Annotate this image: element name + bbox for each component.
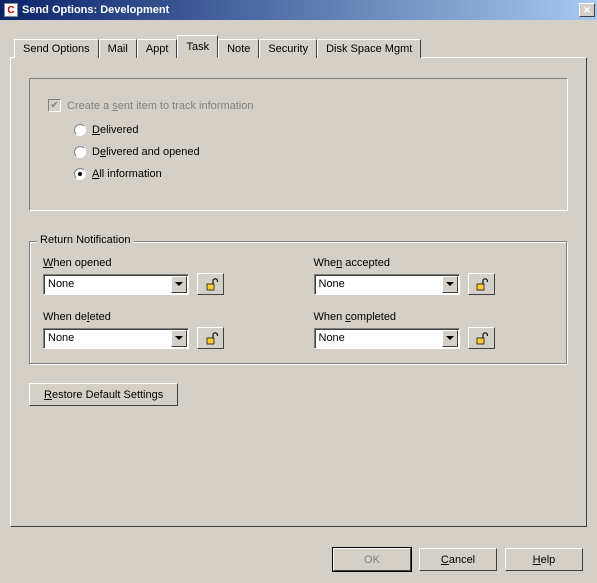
tab-task[interactable]: Task [177,35,218,58]
when-completed-dropdown[interactable]: None [314,328,460,349]
radio-delivered-opened-row[interactable]: Delivered and opened [74,146,549,158]
when-completed-label: When completed [314,311,555,323]
radio-delivered-opened-label: Delivered and opened [92,146,200,158]
create-sent-item-checkbox-row: ✔ Create a sent item to track informatio… [48,99,549,112]
unlock-icon [474,331,488,345]
app-icon: C [4,3,18,17]
field-when-completed: When completed None [314,311,555,349]
field-when-opened: When opened None [43,257,284,295]
create-sent-item-label: Create a sent item to track information [67,100,253,112]
tabbar: Send Options Mail Appt Task Note Securit… [14,34,587,57]
radio-all-info-label: All information [92,168,162,180]
radio-delivered-row[interactable]: Delivered [74,124,549,136]
chevron-down-icon[interactable] [171,276,187,293]
tab-mail[interactable]: Mail [99,39,137,58]
chevron-down-icon[interactable] [171,330,187,347]
radio-delivered[interactable] [74,124,86,136]
when-opened-dropdown[interactable]: None [43,274,189,295]
when-accepted-dropdown[interactable]: None [314,274,460,295]
field-when-deleted: When deleted None [43,311,284,349]
radio-delivered-opened[interactable] [74,146,86,158]
when-accepted-label: When accepted [314,257,555,269]
radio-all-info-row[interactable]: All information [74,168,549,180]
radio-delivered-label: Delivered [92,124,138,136]
tab-disk-space[interactable]: Disk Space Mgmt [317,39,421,58]
when-completed-lock-button[interactable] [468,327,495,349]
close-button[interactable]: ✕ [579,3,595,17]
titlebar: C Send Options: Development ✕ [0,0,597,20]
when-opened-lock-button[interactable] [197,273,224,295]
help-button[interactable]: Help [505,548,583,571]
radio-all-info[interactable] [74,168,86,180]
unlock-icon [204,331,218,345]
when-deleted-label: When deleted [43,311,284,323]
return-notification-legend: Return Notification [37,234,134,246]
ok-button[interactable]: OK [333,548,411,571]
dialog-footer: OK Cancel Help [333,548,583,571]
tab-send-options[interactable]: Send Options [14,39,99,58]
unlock-icon [474,277,488,291]
chevron-down-icon[interactable] [442,276,458,293]
unlock-icon [204,277,218,291]
when-deleted-dropdown[interactable]: None [43,328,189,349]
when-deleted-lock-button[interactable] [197,327,224,349]
chevron-down-icon[interactable] [442,330,458,347]
when-accepted-lock-button[interactable] [468,273,495,295]
create-sent-item-checkbox: ✔ [48,99,61,112]
tracking-group: ✔ Create a sent item to track informatio… [29,78,568,211]
tab-appt[interactable]: Appt [137,39,178,58]
field-when-accepted: When accepted None [314,257,555,295]
return-notification-group: Return Notification When opened None [29,235,568,365]
restore-defaults-button[interactable]: Restore Default Settings [29,383,178,406]
tab-security[interactable]: Security [259,39,317,58]
when-opened-label: When opened [43,257,284,269]
tab-panel: ✔ Create a sent item to track informatio… [10,57,587,527]
cancel-button[interactable]: Cancel [419,548,497,571]
tab-note[interactable]: Note [218,39,259,58]
window-title: Send Options: Development [22,4,169,16]
